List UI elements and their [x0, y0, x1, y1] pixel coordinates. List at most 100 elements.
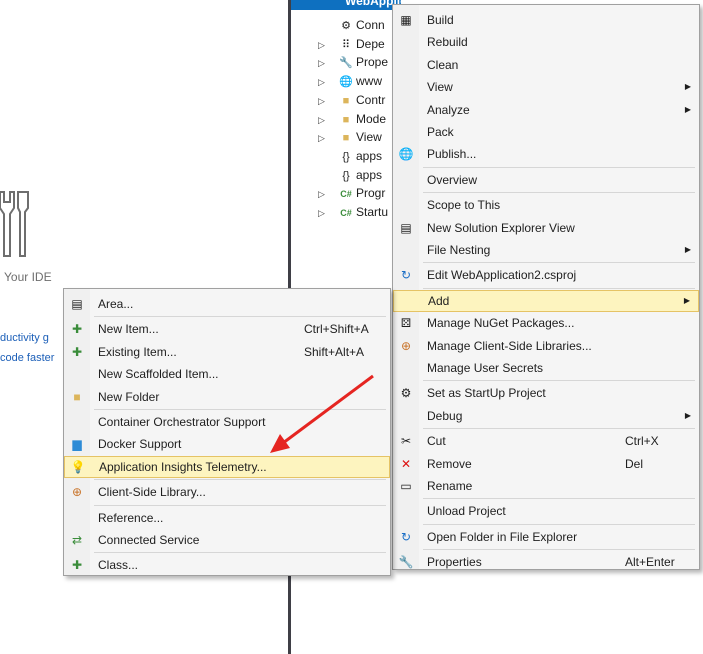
folder-icon: ■ — [342, 113, 350, 126]
menu-item-label: Application Insights Telemetry... — [99, 459, 267, 474]
menu-separator — [423, 523, 695, 525]
menu-item-new-solution-explorer-view[interactable]: ▤ New Solution Explorer View — [393, 217, 699, 239]
docker-icon: ▆ — [72, 437, 82, 452]
menu-item-label: Area... — [98, 297, 134, 311]
menu-item-shortcut: Shift+Alt+A — [304, 344, 365, 359]
wrench-icon: 🔧 — [339, 57, 353, 70]
menu-item-rename[interactable]: ▭ Rename — [393, 475, 699, 497]
refresh-icon: ↻ — [400, 529, 412, 544]
dependencies-icon: ⠿ — [341, 38, 351, 51]
menu-item-cut[interactable]: ✂ Cut Ctrl+X — [393, 430, 699, 452]
menu-item-build[interactable]: ▦ Build — [393, 9, 699, 31]
menu-item-label: View — [427, 80, 453, 95]
menu-item-label: Reference... — [98, 510, 164, 525]
expand-arrow-icon[interactable]: ▷ — [318, 185, 336, 203]
menu-item-client-side-library[interactable]: ⊕ Client-Side Library... — [64, 481, 390, 503]
solution-explorer-project-node[interactable]: WebApplication2 — [291, 0, 401, 10]
menu-item-reference[interactable]: Reference... — [64, 507, 390, 529]
tree-item[interactable]: ▷ 🌐 www — [318, 72, 382, 90]
menu-item-clean[interactable]: Clean — [393, 54, 699, 76]
menu-separator — [423, 498, 695, 500]
menu-separator — [94, 316, 386, 318]
menu-item-analyze[interactable]: Analyze ▶ — [393, 99, 699, 121]
menu-separator — [423, 380, 695, 382]
tree-item[interactable]: ▷ ⠿ Depe — [318, 35, 385, 53]
tree-item-label: www — [356, 74, 382, 89]
menu-item-view[interactable]: View ▶ — [393, 76, 699, 98]
submenu-arrow-icon: ▶ — [684, 82, 691, 92]
tree-item[interactable]: ▷ C# Progr — [318, 184, 385, 202]
class-icon: ✚ — [71, 558, 83, 573]
menu-item-set-as-startup-project[interactable]: ⚙ Set as StartUp Project — [393, 382, 699, 404]
menu-item-label: New Item... — [98, 322, 159, 337]
tree-item[interactable]: ▷ C# Startu — [318, 203, 388, 221]
menu-item-label: Unload Project — [427, 504, 506, 519]
menu-item-shortcut: Alt+Enter — [625, 555, 675, 570]
menu-item-container-orchestrator-support[interactable]: Container Orchestrator Support — [64, 411, 390, 433]
menu-item-unload-project[interactable]: Unload Project — [393, 500, 699, 522]
tree-item[interactable]: {} apps — [318, 166, 382, 184]
json-file-icon: {} — [342, 169, 350, 182]
tree-item[interactable]: ⚙ Conn — [318, 16, 385, 34]
menu-item-open-folder-in-file-explorer[interactable]: ↻ Open Folder in File Explorer — [393, 526, 699, 548]
expand-arrow-icon[interactable]: ▷ — [318, 129, 336, 147]
menu-item-overview[interactable]: Overview — [393, 169, 699, 191]
scissors-icon: ✂ — [400, 434, 412, 449]
menu-item-new-scaffolded-item[interactable]: New Scaffolded Item... — [64, 363, 390, 385]
menu-item-file-nesting[interactable]: File Nesting ▶ — [393, 239, 699, 261]
expand-arrow-icon[interactable]: ▷ — [318, 204, 336, 222]
menu-item-add[interactable]: Add ▶ — [393, 289, 699, 312]
menu-item-application-insights-telemetry[interactable]: 💡 Application Insights Telemetry... — [64, 455, 390, 478]
tree-item[interactable]: ▷ 🔧 Prope — [318, 53, 388, 71]
menu-item-label: Rename — [427, 479, 473, 493]
menu-item-publish[interactable]: 🌐 Publish... — [393, 143, 699, 165]
app-insights-icon: 💡 — [70, 459, 86, 474]
menu-item-pack[interactable]: Pack — [393, 121, 699, 143]
menu-item-existing-item[interactable]: ✚ Existing Item... Shift+Alt+A — [64, 341, 390, 363]
existing-item-icon: ✚ — [71, 344, 83, 359]
menu-item-label: Edit WebApplication2.csproj — [427, 268, 577, 283]
menu-item-new-item[interactable]: ✚ New Item... Ctrl+Shift+A — [64, 318, 390, 340]
menu-item-label: Existing Item... — [98, 344, 177, 359]
menu-item-scope-to-this[interactable]: Scope to This — [393, 194, 699, 216]
menu-item-manage-client-side-libraries[interactable]: ⊕ Manage Client-Side Libraries... — [393, 335, 699, 357]
menu-item-label: Cut — [427, 434, 446, 449]
expand-arrow-icon[interactable]: ▷ — [318, 111, 336, 129]
start-page-link[interactable]: ductivity g — [0, 332, 62, 344]
expand-arrow-icon[interactable]: ▷ — [318, 54, 336, 72]
expand-arrow-icon[interactable]: ▷ — [318, 36, 336, 54]
project-context-menu: ▦ Build Rebuild Clean View ▶ Analyze ▶ Pack 🌐 Publ… — [392, 4, 700, 570]
submenu-arrow-icon: ▶ — [684, 104, 691, 114]
tree-item[interactable]: ▷ ■ View — [318, 128, 382, 146]
menu-item-remove[interactable]: ✕ Remove Del — [393, 453, 699, 475]
tools-icon — [0, 191, 29, 257]
menu-item-label: Add — [428, 293, 450, 308]
menu-item-label: Remove — [427, 456, 472, 471]
tree-item[interactable]: ▷ ■ Mode — [318, 110, 386, 128]
menu-item-manage-nuget-packages[interactable]: ⚄ Manage NuGet Packages... — [393, 312, 699, 334]
tree-item[interactable]: {} apps — [318, 147, 382, 165]
menu-item-rebuild[interactable]: Rebuild — [393, 31, 699, 53]
menu-item-properties[interactable]: 🔧 Properties Alt+Enter — [393, 551, 699, 573]
start-page-link[interactable]: code faster — [0, 352, 62, 364]
menu-item-edit-webapplication2-csproj[interactable]: ↻ Edit WebApplication2.csproj — [393, 264, 699, 286]
submenu-arrow-icon: ▶ — [684, 410, 691, 420]
build-icon: ▦ — [400, 13, 412, 27]
menu-item-docker-support[interactable]: ▆ Docker Support — [64, 433, 390, 455]
expand-arrow-icon[interactable]: ▷ — [318, 73, 336, 91]
tree-item-label: Progr — [356, 186, 386, 201]
tree-item[interactable]: ▷ ■ Contr — [318, 91, 385, 109]
menu-item-area[interactable]: ▤ Area... — [64, 293, 390, 315]
tree-item-label: Conn — [356, 18, 385, 32]
tree-item-label: Prope — [356, 55, 389, 70]
menu-item-label: Analyze — [427, 102, 470, 117]
menu-item-new-folder[interactable]: ■ New Folder — [64, 386, 390, 408]
menu-item-manage-user-secrets[interactable]: Manage User Secrets — [393, 357, 699, 379]
submenu-arrow-icon: ▶ — [684, 245, 691, 254]
menu-item-label: Set as StartUp Project — [427, 386, 546, 401]
menu-item-connected-service[interactable]: ⇄ Connected Service — [64, 529, 390, 551]
expand-arrow-icon[interactable]: ▷ — [318, 92, 336, 110]
menu-item-class[interactable]: ✚ Class... — [64, 554, 390, 576]
menu-item-debug[interactable]: Debug ▶ — [393, 405, 699, 427]
tree-item-label: apps — [356, 167, 383, 182]
